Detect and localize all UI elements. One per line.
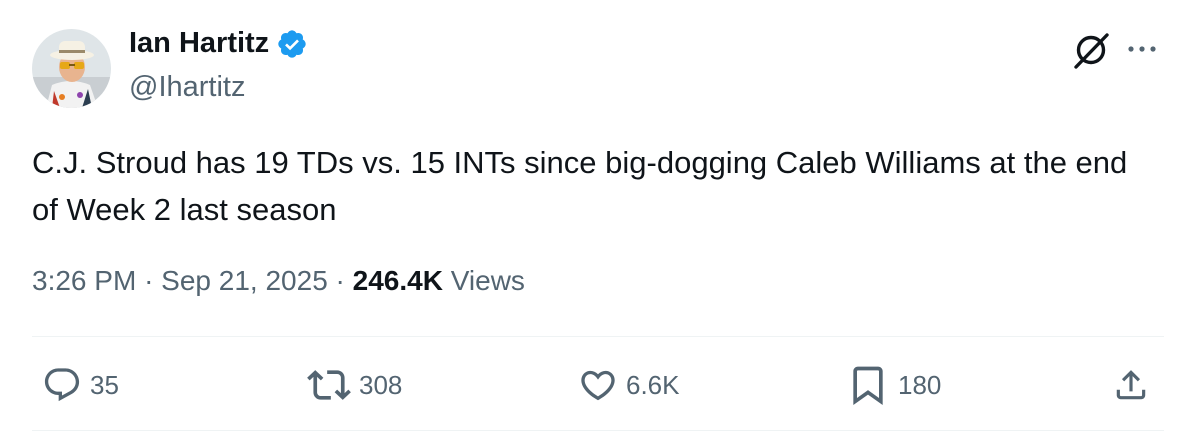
- like-button[interactable]: 6.6K: [578, 360, 680, 410]
- tweet-card: Ian Hartitz @Ihartitz C.J. Stroud has 19…: [0, 0, 1198, 442]
- grok-icon[interactable]: [1070, 29, 1112, 71]
- tweet-date[interactable]: Sep 21, 2025: [161, 265, 328, 296]
- like-count: 6.6K: [626, 369, 680, 400]
- reply-count: 35: [90, 369, 119, 400]
- bookmark-count: 180: [898, 369, 942, 400]
- divider: [32, 430, 1164, 431]
- more-options-icon[interactable]: [1124, 34, 1160, 64]
- action-bar: 35 308 6.6K 180: [32, 360, 1164, 410]
- tweet-text: C.J. Stroud has 19 TDs vs. 15 INTs since…: [32, 145, 1128, 227]
- meta-separator: ·: [144, 265, 154, 296]
- author-display-name[interactable]: Ian Hartitz: [129, 27, 308, 60]
- heart-icon: [581, 370, 615, 401]
- reply-button[interactable]: 35: [42, 360, 119, 410]
- repost-button[interactable]: 308: [307, 360, 402, 410]
- views-label: Views: [450, 265, 525, 296]
- tweet-time[interactable]: 3:26 PM: [32, 265, 136, 296]
- views-count[interactable]: 246.4K: [353, 265, 443, 296]
- repost-count: 308: [359, 369, 403, 400]
- repost-icon: [307, 370, 351, 400]
- author-handle[interactable]: @Ihartitz: [129, 71, 245, 104]
- bookmark-icon: [853, 366, 883, 406]
- avatar[interactable]: [32, 29, 111, 108]
- reply-icon: [44, 368, 80, 402]
- share-icon: [1116, 370, 1146, 400]
- share-button[interactable]: [1112, 360, 1150, 410]
- author-name-text[interactable]: Ian Hartitz: [129, 27, 269, 60]
- divider: [32, 336, 1164, 337]
- tweet-metadata: 3:26 PM · Sep 21, 2025 · 246.4K Views: [32, 265, 525, 297]
- verified-badge-icon[interactable]: [276, 28, 308, 60]
- bookmark-button[interactable]: 180: [846, 360, 941, 410]
- meta-separator: ·: [335, 265, 345, 296]
